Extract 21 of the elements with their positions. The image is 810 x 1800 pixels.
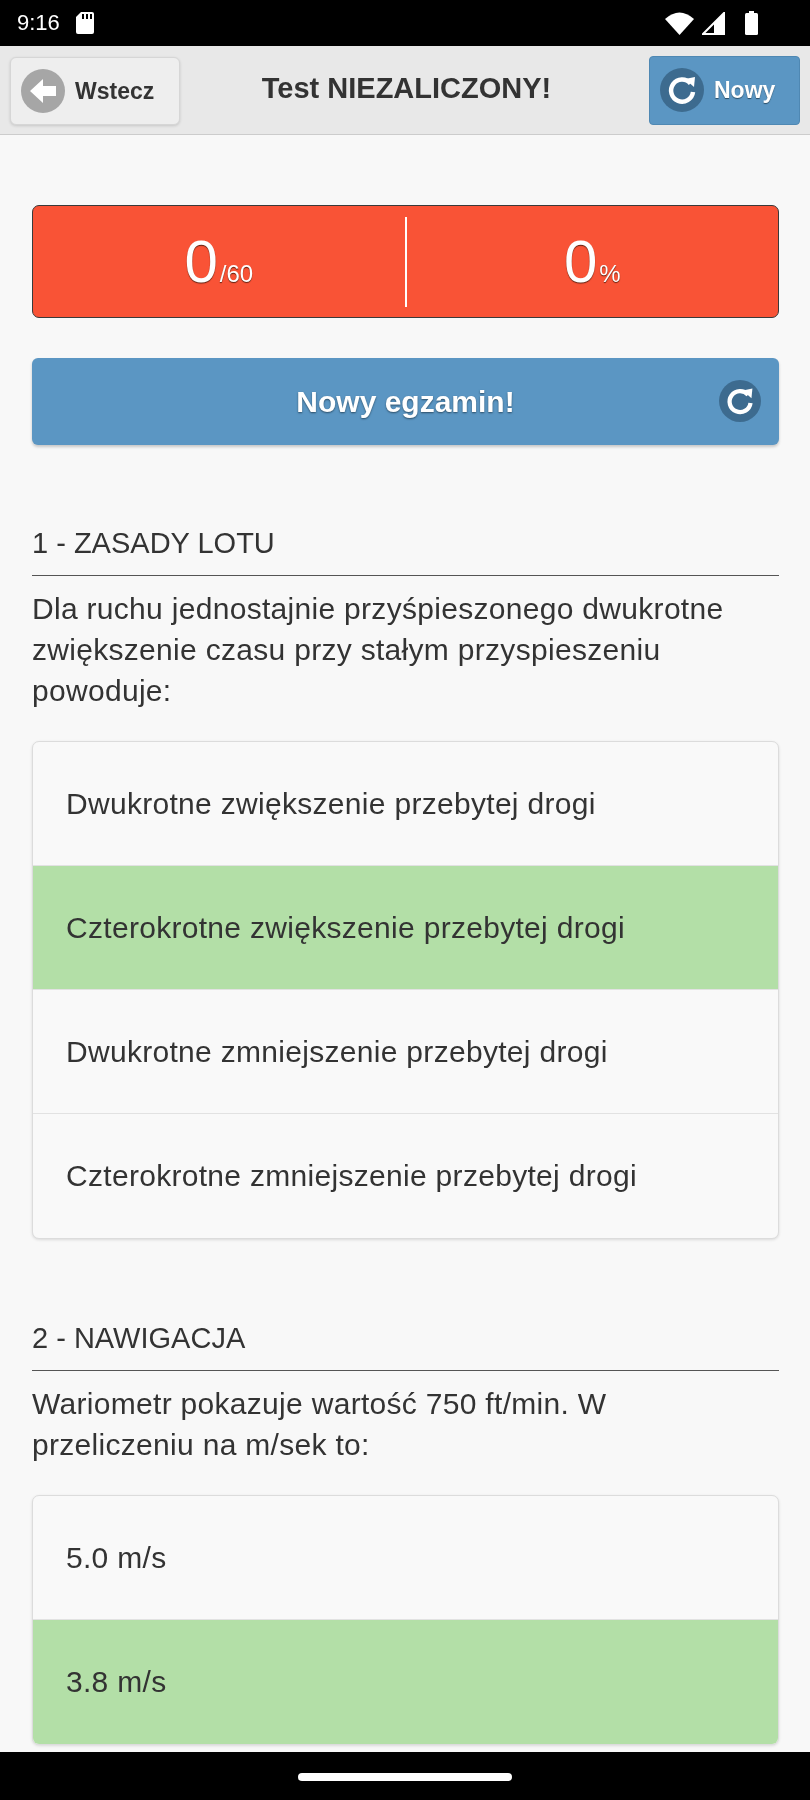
refresh-icon	[660, 68, 704, 112]
page-title: Test NIEZALICZONY!	[260, 71, 553, 105]
score-max: /60	[219, 260, 254, 288]
section-heading: 2 - NAWIGACJA	[32, 1320, 779, 1371]
score-percent: 0	[563, 227, 598, 296]
score-points: 0	[184, 227, 218, 296]
status-time: 9:16	[17, 10, 60, 36]
question-text: Dla ruchu jednostajnie przyśpieszonego dwukrotne zwiększenie czasu przy stałym przyspieszeniu powoduje:	[32, 591, 725, 709]
answer-option[interactable]: Czterokrotne zwiększenie przebytej drogi	[33, 866, 778, 990]
answer-option[interactable]: Dwukrotne zmniejszenie przebytej drogi	[33, 990, 778, 1114]
answer-option[interactable]: 3.8 m/s	[33, 1620, 778, 1744]
battery-icon	[745, 11, 758, 35]
question-text: Wariometr pokazuje wartość 750 ft/min. W przeliczeniu na m/sek to:	[32, 1386, 608, 1463]
sd-card-icon	[75, 12, 94, 34]
percent-sign: %	[599, 260, 621, 288]
signal-icon	[702, 11, 725, 35]
section-heading: 1 - ZASADY LOTU	[32, 525, 779, 576]
wifi-icon	[665, 11, 694, 35]
answer-option[interactable]: Czterokrotne zmniejszenie przebytej drogi	[33, 1114, 778, 1238]
refresh-icon	[719, 380, 761, 422]
back-button[interactable]: Wstecz	[10, 57, 180, 125]
